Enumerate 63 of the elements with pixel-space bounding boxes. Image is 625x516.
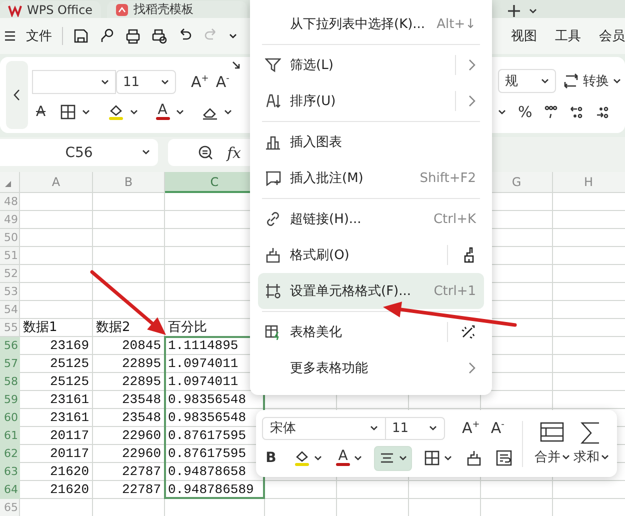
table-cell-text: 22787 [120, 463, 162, 481]
menu-item[interactable]: 筛选(L) [258, 47, 484, 83]
grow-font-button[interactable]: A$^{+}$ [462, 419, 480, 437]
table-cell-text: 22960 [120, 445, 162, 463]
table-cell-text: 25125 [48, 373, 90, 391]
table-cell-text: 22787 [120, 481, 162, 499]
percent-button[interactable]: % [518, 103, 532, 121]
menu-item[interactable]: 更多表格功能 [258, 350, 484, 386]
font-size-dropdown[interactable]: 11 [116, 70, 176, 94]
merge-button[interactable]: 合并 [532, 421, 572, 466]
shrink-font-button[interactable]: A$^{-}$ [490, 419, 504, 437]
grow-font-button[interactable]: A$^{+}$ [191, 73, 209, 91]
table-cell-text: 1.0974011 [167, 373, 240, 391]
table-cell-text: 23161 [48, 391, 90, 409]
table-cell-text: 1.1114895 [167, 337, 240, 355]
table-cell-text: 22960 [120, 427, 162, 445]
tab[interactable]: 找稻壳模板 [106, 1, 247, 18]
table-cell-text: 0.98356548 [167, 409, 248, 427]
shrink-font-button[interactable]: A$^{-}$ [216, 73, 230, 91]
menu-item[interactable]: 设置单元格格式(F)... Ctrl+1 [258, 273, 484, 309]
menu-item[interactable]: 从下拉列表中选择(K)... Alt+↓ [258, 6, 484, 42]
table-cell-text: 23548 [120, 409, 162, 427]
table-cell-text: 1.0974011 [167, 355, 240, 373]
column-title: 数据1 [22, 319, 58, 337]
menu-tab[interactable]: 会员 [599, 27, 625, 45]
column-title: 百分比 [167, 319, 208, 337]
table-cell-text: 22895 [120, 355, 162, 373]
menu-item[interactable]: 表格美化 [258, 314, 484, 350]
table-cell-text: 23548 [120, 391, 162, 409]
tab[interactable]: WPS Office [0, 1, 101, 18]
bold-button[interactable]: B [262, 450, 280, 466]
table-cell-text: 0.87617595 [167, 427, 248, 445]
table-cell-text: 0.948786589 [167, 481, 255, 499]
table-cell-text: 23161 [48, 409, 90, 427]
table-cell-text: 21620 [48, 463, 90, 481]
column-title: 数据2 [95, 319, 132, 337]
strikethrough-button[interactable]: A [36, 104, 46, 120]
table-cell-text: 0.98356548 [167, 391, 248, 409]
table-cell-text: 25125 [48, 355, 90, 373]
font-size-dropdown[interactable]: 11 [385, 416, 445, 440]
sum-button[interactable]: 求和 [572, 421, 611, 466]
table-cell-text: 22895 [120, 373, 162, 391]
table-cell-text: 21620 [48, 481, 90, 499]
menu-tab[interactable]: 视图 [511, 27, 537, 45]
name-box[interactable]: C56 [0, 139, 158, 166]
convert-button[interactable]: 转换 [563, 72, 621, 90]
menu-item[interactable]: 排序(U) [258, 83, 484, 119]
table-cell-text: 20117 [48, 445, 90, 463]
number-format-dropdown[interactable]: 规 [498, 69, 556, 93]
menu-tab[interactable]: 工具 [555, 27, 581, 45]
menu-item[interactable]: 超链接(H)... Ctrl+K [258, 201, 484, 237]
font-color-button[interactable]: A [336, 450, 350, 466]
font-dropdown[interactable]: 宋体 [262, 416, 386, 440]
table-cell-text: 20845 [120, 337, 162, 355]
table-cell-text: 23169 [48, 337, 90, 355]
menu-item[interactable]: 格式刷(O) [258, 237, 484, 273]
menu-item[interactable]: 插入图表 [258, 124, 484, 160]
file-menu[interactable]: 文件 [26, 27, 52, 45]
table-cell-text: 0.94878658 [167, 463, 248, 481]
table-cell-text: 20117 [48, 427, 90, 445]
font-color-button[interactable]: A [156, 104, 170, 120]
insert-function-button[interactable]: fx [227, 144, 242, 162]
table-cell-text: 0.87617595 [167, 445, 248, 463]
